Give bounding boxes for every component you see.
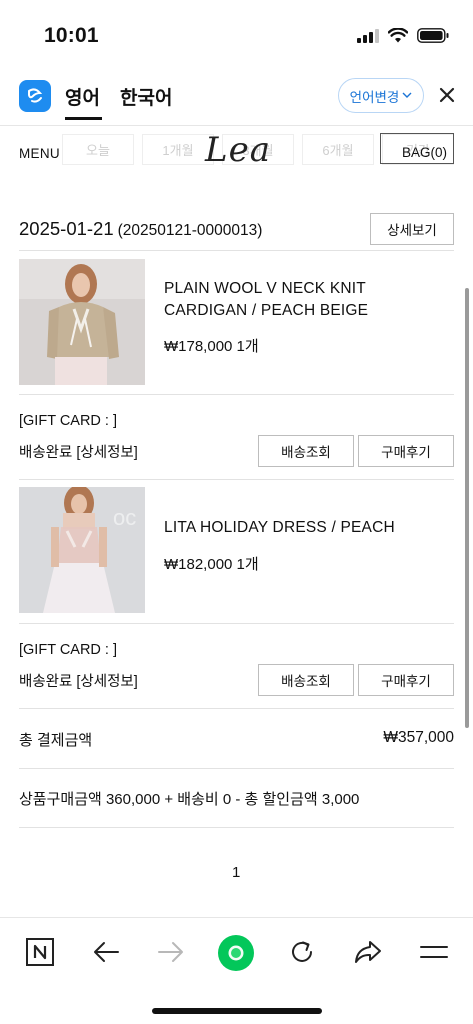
brand-logo[interactable]: Lea — [205, 130, 271, 170]
shipping-status[interactable]: 배송완료 [상세정보] — [19, 441, 138, 462]
bag-link[interactable]: BAG(0) — [402, 145, 447, 160]
divider — [19, 708, 454, 709]
period-tab: 6개월 — [302, 134, 374, 165]
close-icon[interactable] — [436, 84, 458, 106]
detail-button[interactable]: 상세보기 — [370, 213, 454, 245]
tab-source-language[interactable]: 영어 — [65, 83, 102, 120]
divider — [19, 827, 454, 828]
pagination-current-page[interactable]: 1 — [232, 864, 240, 881]
scrollbar[interactable] — [465, 288, 469, 728]
product-price: ₩178,000 1개 — [164, 338, 259, 355]
tab-target-language[interactable]: 한국어 — [120, 83, 172, 110]
product-name-line1[interactable]: LITA HOLIDAY DRESS / PEACH — [164, 517, 395, 539]
chevron-down-icon — [402, 92, 412, 98]
menu-icon[interactable] — [416, 934, 452, 970]
payment-summary: 상품구매금액 360,000 + 배송비 0 - 총 할인금액 3,000 — [19, 791, 360, 808]
language-change-button[interactable]: 언어변경 — [338, 78, 424, 113]
order-header: 2025-01-21 (20250121-0000013) 상세보기 — [19, 213, 454, 245]
divider — [19, 250, 454, 251]
product-name-line1[interactable]: PLAIN WOOL V NECK KNIT — [164, 278, 366, 300]
product-price: ₩182,000 1개 — [164, 556, 259, 573]
language-change-label: 언어변경 — [349, 89, 400, 105]
forward-arrow-icon[interactable] — [153, 934, 189, 970]
track-delivery-button[interactable]: 배송조회 — [258, 664, 354, 696]
status-bar: 10:01 — [0, 0, 473, 70]
order-number: (20250121-0000013) — [117, 222, 263, 239]
shipping-status[interactable]: 배송완료 [상세정보] — [19, 670, 138, 691]
total-payment-label: 총 결제금액 — [19, 732, 93, 749]
divider — [19, 394, 454, 395]
battery-icon — [417, 28, 449, 43]
divider — [19, 768, 454, 769]
track-delivery-button[interactable]: 배송조회 — [258, 435, 354, 467]
write-review-button[interactable]: 구매후기 — [358, 435, 454, 467]
signal-icon — [357, 28, 379, 43]
divider — [19, 479, 454, 480]
translate-bar: 영어 한국어 언어변경 — [0, 70, 473, 126]
order-date: 2025-01-21 (20250121-0000013) — [19, 218, 262, 240]
total-payment-value: ₩357,000 — [383, 729, 454, 746]
green-dot-icon[interactable] — [217, 934, 255, 972]
period-tab: 1개월 — [142, 134, 214, 165]
order-date-text: 2025-01-21 — [19, 218, 114, 239]
product-name-line2[interactable]: CARDIGAN / PEACH BEIGE — [164, 300, 368, 322]
reload-icon[interactable] — [284, 934, 320, 970]
gift-card-label: [GIFT CARD : ] — [19, 642, 118, 658]
period-tab: 오늘 — [62, 134, 134, 165]
home-indicator[interactable] — [152, 1008, 322, 1014]
write-review-button[interactable]: 구매후기 — [358, 664, 454, 696]
product-image-cardigan[interactable] — [19, 259, 145, 385]
wifi-icon — [388, 28, 408, 43]
translator-logo-icon — [19, 80, 51, 112]
gift-card-label: [GIFT CARD : ] — [19, 413, 118, 429]
naver-n-icon[interactable] — [22, 934, 58, 970]
status-icons — [357, 28, 449, 43]
product-image-dress[interactable]: oc — [19, 487, 145, 613]
divider — [19, 623, 454, 624]
share-icon[interactable] — [350, 934, 386, 970]
status-time: 10:01 — [44, 24, 99, 47]
menu-link[interactable]: MENU — [19, 146, 60, 161]
back-arrow-icon[interactable] — [88, 934, 124, 970]
svg-text:oc: oc — [113, 505, 136, 530]
